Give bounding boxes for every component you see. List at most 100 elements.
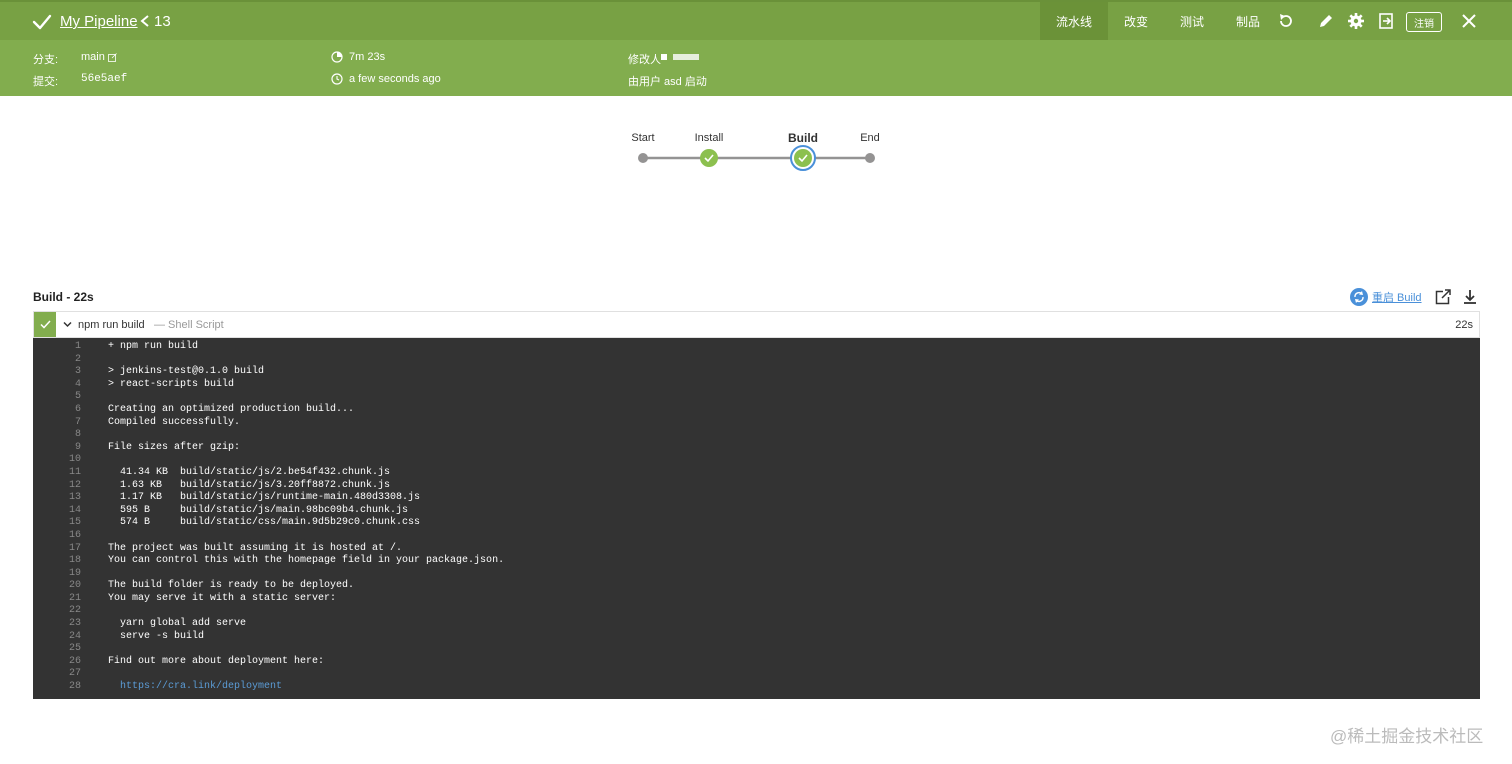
log-line: 27 bbox=[33, 668, 1480, 681]
branch-value[interactable]: main bbox=[81, 51, 105, 63]
commit-label: 提交: bbox=[33, 76, 59, 88]
log-line: 19 bbox=[33, 568, 1480, 581]
log-line: 15 574 B build/static/css/main.9d5b29c0.… bbox=[33, 517, 1480, 530]
log-line-text: You can control this with the homepage f… bbox=[108, 555, 505, 567]
step-name: npm run build bbox=[78, 319, 145, 331]
log-line-number: 16 bbox=[68, 529, 81, 541]
log-line-text: 1.17 KB build/static/js/runtime-main.480… bbox=[108, 492, 421, 504]
pipeline-name-link[interactable]: My Pipeline bbox=[60, 13, 138, 30]
log-line-number: 27 bbox=[68, 668, 81, 680]
pipeline-graph: Start Install Build End bbox=[600, 120, 920, 180]
chevron-left-icon[interactable] bbox=[140, 14, 150, 28]
restart-stage-label[interactable]: 重启 Build bbox=[1372, 289, 1422, 305]
tab-artifacts[interactable]: 制品 bbox=[1220, 2, 1276, 40]
step-type: — Shell Script bbox=[154, 319, 224, 331]
replay-icon[interactable] bbox=[1277, 12, 1295, 30]
run-time-ago: a few seconds ago bbox=[349, 73, 441, 85]
restart-stage-button[interactable]: 重启 Build bbox=[1350, 288, 1422, 306]
step-duration: 22s bbox=[1455, 319, 1473, 331]
log-line-number: 5 bbox=[74, 391, 81, 403]
duration-icon bbox=[331, 51, 343, 63]
log-line-text: Creating an optimized production build..… bbox=[108, 403, 355, 415]
chevron-down-icon[interactable] bbox=[63, 320, 72, 329]
log-line: 3 > jenkins-test@0.1.0 build bbox=[33, 366, 1480, 379]
tab-changes[interactable]: 改变 bbox=[1108, 2, 1164, 40]
log-line: 22 bbox=[33, 605, 1480, 618]
log-line: 8 bbox=[33, 429, 1480, 442]
log-line-number: 13 bbox=[68, 492, 81, 504]
log-line: 6 Creating an optimized production build.… bbox=[33, 404, 1480, 417]
log-line-number: 28 bbox=[68, 681, 81, 693]
log-line-text: serve -s build bbox=[108, 630, 205, 642]
log-line-number: 6 bbox=[74, 403, 81, 415]
log-line: 7 Compiled successfully. bbox=[33, 417, 1480, 430]
log-line-number: 14 bbox=[68, 504, 81, 516]
log-line-number: 17 bbox=[68, 542, 81, 554]
log-line-number: 10 bbox=[68, 454, 81, 466]
close-icon[interactable] bbox=[1461, 13, 1477, 29]
log-line: 9 File sizes after gzip: bbox=[33, 442, 1480, 455]
log-line: 12 1.63 KB build/static/js/3.20ff8872.ch… bbox=[33, 480, 1480, 493]
stage-label-build[interactable]: Build bbox=[788, 131, 818, 145]
log-line-text: yarn global add serve bbox=[108, 618, 247, 630]
edit-pencil-icon[interactable] bbox=[1317, 12, 1335, 30]
log-link[interactable]: https://cra.link/deployment bbox=[108, 681, 282, 694]
success-check-icon bbox=[32, 14, 52, 30]
log-line: 16 bbox=[33, 530, 1480, 543]
log-line-number: 12 bbox=[68, 479, 81, 491]
log-line-number: 20 bbox=[68, 580, 81, 592]
tab-tests[interactable]: 测试 bbox=[1164, 2, 1220, 40]
log-line-number: 7 bbox=[74, 416, 81, 428]
exit-classic-icon[interactable] bbox=[1377, 12, 1395, 30]
logout-button[interactable]: 注销 bbox=[1406, 12, 1442, 32]
stage-node-install[interactable] bbox=[700, 149, 718, 167]
log-line-number: 8 bbox=[74, 429, 81, 441]
gear-icon[interactable] bbox=[1347, 12, 1365, 30]
console-log: 1 + npm run build 2 3 > jenkins-test@0.1.0 b… bbox=[33, 338, 1480, 699]
stage-node-build[interactable] bbox=[790, 145, 816, 171]
watermark: @稀土掘金技术社区 bbox=[1330, 727, 1484, 746]
changes-by-label: 修改人 bbox=[628, 54, 661, 66]
log-line: 14 595 B build/static/js/main.98bc09b4.c… bbox=[33, 505, 1480, 518]
external-link-icon[interactable] bbox=[108, 53, 117, 62]
log-line-text: + npm run build bbox=[108, 341, 199, 352]
log-line-number: 4 bbox=[74, 378, 81, 390]
redacted-author-name bbox=[673, 54, 699, 60]
step-status bbox=[34, 312, 56, 337]
stage-label-install[interactable]: Install bbox=[695, 132, 724, 144]
log-line-number: 19 bbox=[68, 567, 81, 579]
download-icon[interactable] bbox=[1462, 289, 1478, 305]
log-line-number: 9 bbox=[74, 441, 81, 453]
log-line: 4 > react-scripts build bbox=[33, 379, 1480, 392]
stage-label-end: End bbox=[860, 132, 880, 144]
log-line-text: > react-scripts build bbox=[108, 378, 235, 390]
log-line-number: 23 bbox=[68, 618, 81, 630]
log-line: 18 You can control this with the homepage… bbox=[33, 555, 1480, 568]
log-line-text: 41.34 KB build/static/js/2.be54f432.chun… bbox=[108, 466, 391, 478]
log-line-number: 2 bbox=[74, 353, 81, 365]
log-line: 21 You may serve it with a static server: bbox=[33, 593, 1480, 606]
log-line: 20 The build folder is ready to be deploy… bbox=[33, 580, 1480, 593]
run-header: My Pipeline 13 流水线 改变 测试 制品 注销 分支: main … bbox=[0, 0, 1512, 96]
log-line-text: The build folder is ready to be deployed… bbox=[108, 580, 355, 592]
log-line-text: 574 B build/static/css/main.9d5b29c0.chu… bbox=[108, 517, 421, 529]
log-line-number: 26 bbox=[68, 655, 81, 667]
step-success-icon bbox=[39, 320, 51, 329]
step-row[interactable]: npm run build — Shell Script 22s bbox=[33, 311, 1480, 338]
log-line-text: You may serve it with a static server: bbox=[108, 592, 337, 604]
log-line-number: 21 bbox=[68, 592, 81, 604]
open-in-new-icon[interactable] bbox=[1435, 289, 1451, 305]
run-number: 13 bbox=[154, 13, 171, 30]
stage-node-start bbox=[638, 153, 648, 163]
log-line: 25 bbox=[33, 643, 1480, 656]
log-line-number: 11 bbox=[68, 466, 81, 478]
commit-hash[interactable]: 56e5aef bbox=[81, 73, 127, 85]
log-line-text: Find out more about deployment here: bbox=[108, 655, 325, 667]
restart-icon bbox=[1350, 288, 1368, 306]
clock-icon bbox=[331, 73, 343, 85]
tab-pipeline[interactable]: 流水线 bbox=[1040, 2, 1109, 40]
log-line: 26 Find out more about deployment here: bbox=[33, 656, 1480, 669]
log-line-text: 1.63 KB build/static/js/3.20ff8872.chunk… bbox=[108, 479, 391, 491]
log-line: 24 serve -s build bbox=[33, 631, 1480, 644]
run-duration: 7m 23s bbox=[349, 51, 386, 63]
